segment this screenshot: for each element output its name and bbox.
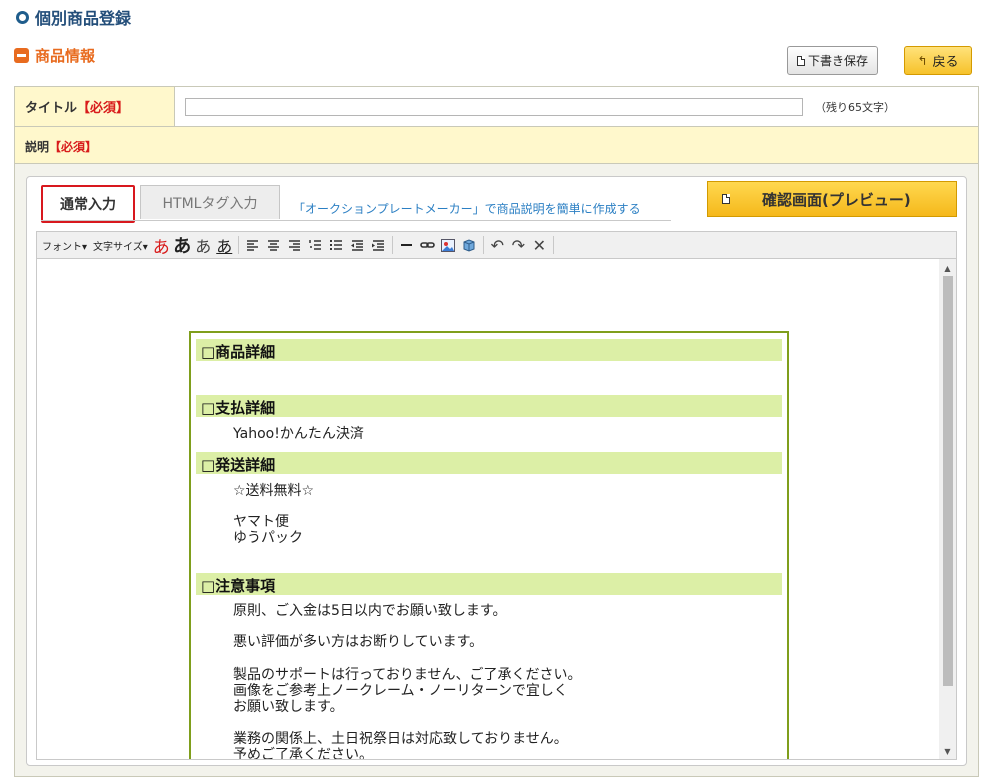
section-header: 商品情報 xyxy=(14,45,95,66)
return-arrow-icon: ↰ xyxy=(917,53,928,68)
wysiwyg-editor-area[interactable]: □商品詳細 □支払詳細 Yahoo!かんたん決済 □発送詳細 ☆送料無料☆ ヤマ… xyxy=(36,259,957,760)
bold-button[interactable]: あ xyxy=(173,235,192,257)
title-label-cell: タイトル【必須】 xyxy=(15,87,175,126)
title-row: タイトル【必須】 （残り65文字） xyxy=(15,87,978,127)
toolbar-separator xyxy=(482,236,484,254)
horizontal-rule-icon[interactable] xyxy=(397,235,416,255)
description-editor-panel: HTMLタグ入力 通常入力 「オークションプレートメーカー」で商品説明を簡単に作… xyxy=(26,176,967,766)
title-input[interactable] xyxy=(185,98,803,116)
body-line: 原則、ご入金は5日以内でお願い致します。 xyxy=(233,603,507,619)
ordered-list-icon[interactable] xyxy=(306,235,325,255)
box-insert-icon[interactable] xyxy=(460,235,479,255)
section-heading: □支払詳細 xyxy=(196,395,782,417)
back-label: 戻る xyxy=(932,55,959,70)
align-center-icon[interactable] xyxy=(264,235,283,255)
align-left-icon[interactable] xyxy=(243,235,262,255)
back-button[interactable]: ↰ 戻る xyxy=(904,46,972,75)
preview-button[interactable]: 確認画面(プレビュー) xyxy=(707,181,957,217)
clear-format-icon[interactable]: ✕ xyxy=(530,235,549,255)
section-heading: □発送詳細 xyxy=(196,452,782,474)
description-label: 説明 xyxy=(25,140,50,154)
unordered-list-icon[interactable] xyxy=(327,235,346,255)
save-draft-button[interactable]: 下書き保存 xyxy=(787,46,878,75)
body-line: 製品のサポートは行っておりません、ご了承ください。 xyxy=(233,667,582,683)
font-select[interactable]: フォント▾ xyxy=(40,238,89,253)
tab-normal-input[interactable]: 通常入力 xyxy=(41,185,135,223)
font-size-select[interactable]: 文字サイズ▾ xyxy=(91,238,150,253)
undo-icon[interactable]: ↶ xyxy=(488,235,507,255)
body-line: 業務の関係上、土日祝祭日は対応致しておりません。 xyxy=(233,731,568,747)
section-title: 商品情報 xyxy=(35,47,96,65)
editor-scrollbar[interactable]: ▲ ▼ xyxy=(939,259,956,759)
description-row: 説明【必須】 xyxy=(15,127,978,164)
title-label: タイトル xyxy=(25,101,78,116)
body-line: Yahoo!かんたん決済 xyxy=(233,426,364,442)
image-icon[interactable] xyxy=(439,235,458,255)
scroll-thumb[interactable] xyxy=(943,276,953,686)
section-heading: □商品詳細 xyxy=(196,339,782,361)
remaining-characters: （残り65文字） xyxy=(815,101,895,114)
page-title: 個別商品登録 xyxy=(35,9,132,28)
product-form: タイトル【必須】 （残り65文字） 説明【必須】 HTMLタグ入力 通常入力 「… xyxy=(14,86,979,777)
body-line: ☆送料無料☆ xyxy=(233,483,315,499)
scroll-up-arrow-icon[interactable]: ▲ xyxy=(939,260,956,276)
circle-bullet-icon xyxy=(16,10,29,24)
body-line: ヤマト便 xyxy=(233,514,289,530)
document-icon xyxy=(722,194,730,204)
align-right-icon[interactable] xyxy=(285,235,304,255)
toolbar-separator xyxy=(552,236,554,254)
toolbar-separator xyxy=(391,236,393,254)
page-header: 個別商品登録 xyxy=(16,5,131,29)
save-draft-label: 下書き保存 xyxy=(807,54,868,68)
document-icon xyxy=(796,55,805,66)
underline-button[interactable]: あ xyxy=(215,235,234,256)
body-line: 悪い評価が多い方はお断りしています。 xyxy=(233,634,484,650)
indent-icon[interactable] xyxy=(369,235,388,255)
text-color-button[interactable]: あ xyxy=(152,235,171,258)
body-line: お願い致します。 xyxy=(233,699,344,715)
outdent-icon[interactable] xyxy=(348,235,367,255)
tab-html-input[interactable]: HTMLタグ入力 xyxy=(140,185,280,219)
preview-label: 確認画面(プレビュー) xyxy=(762,190,911,209)
collapse-minus-icon[interactable] xyxy=(14,48,29,63)
tab-divider xyxy=(41,220,671,221)
scroll-down-arrow-icon[interactable]: ▼ xyxy=(939,743,956,759)
required-tag: 【必須】 xyxy=(49,140,98,154)
required-tag: 【必須】 xyxy=(77,101,130,116)
toolbar-separator xyxy=(237,236,239,254)
link-icon[interactable] xyxy=(418,235,437,255)
body-line: 予めご了承ください。 xyxy=(233,747,373,760)
auction-plate-maker-link[interactable]: 「オークションプレートメーカー」で商品説明を簡単に作成する xyxy=(293,200,641,217)
redo-icon[interactable]: ↷ xyxy=(509,235,528,255)
description-template-box: □商品詳細 □支払詳細 Yahoo!かんたん決済 □発送詳細 ☆送料無料☆ ヤマ… xyxy=(189,331,789,760)
editor-toolbar: フォント▾ 文字サイズ▾ あ あ あ あ ↶ ↷ ✕ xyxy=(36,231,957,259)
body-line: ゆうパック xyxy=(233,530,303,546)
section-heading: □注意事項 xyxy=(196,573,782,595)
italic-button[interactable]: あ xyxy=(194,235,213,256)
body-line: 画像をご参考上ノークレーム・ノーリターンで宜しく xyxy=(233,683,568,699)
